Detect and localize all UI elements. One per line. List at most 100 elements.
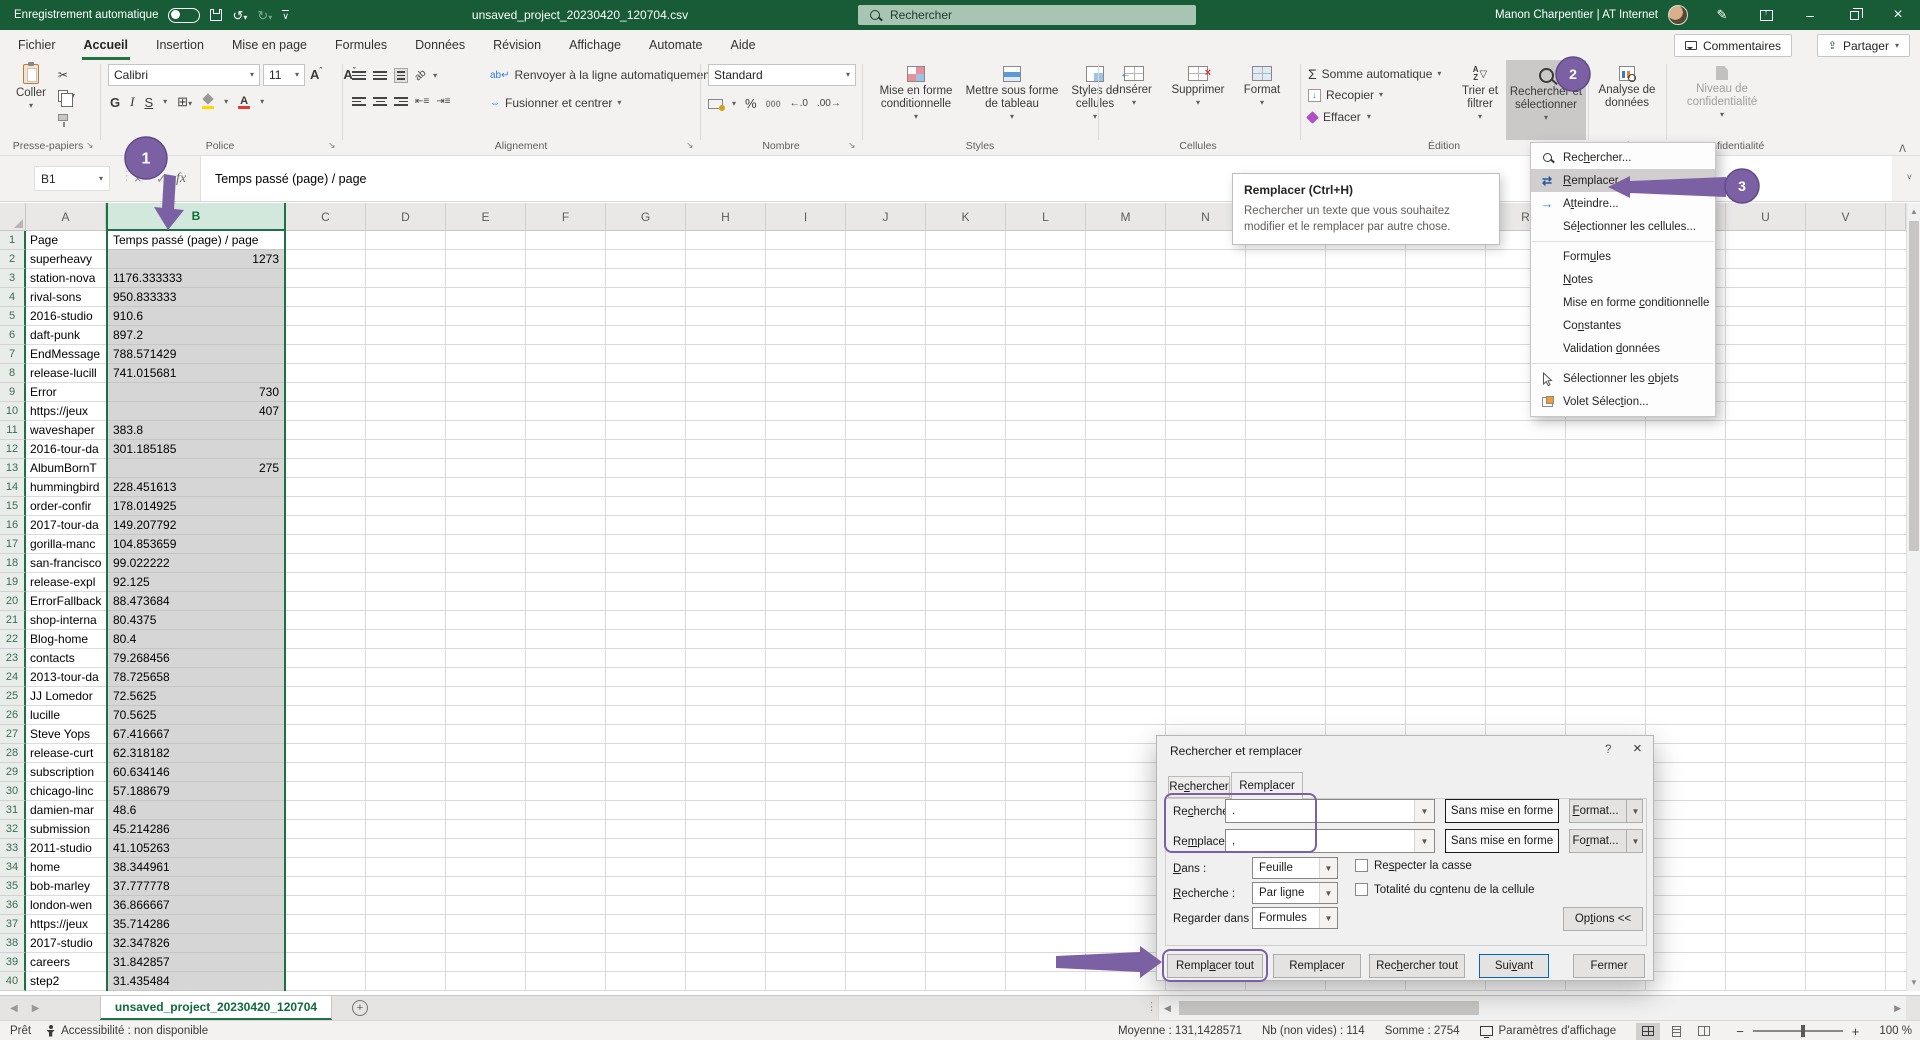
decrease-indent-icon[interactable]: ⇤≡	[415, 96, 429, 107]
cell-a34[interactable]: home	[26, 858, 106, 877]
cell-b40[interactable]: 31.435484	[108, 972, 284, 991]
cell-b17[interactable]: 104.853659	[108, 535, 284, 554]
cell-a22[interactable]: Blog-home	[26, 630, 106, 649]
column-header-f[interactable]: F	[526, 203, 606, 231]
restore-button[interactable]	[1832, 0, 1876, 30]
cell-a15[interactable]: order-confir	[26, 497, 106, 516]
look-in-select[interactable]: Formules▼	[1252, 907, 1338, 929]
row-header-4[interactable]: 4	[0, 288, 26, 307]
cell-b31[interactable]: 48.6	[108, 801, 284, 820]
clipboard-dialog-launcher[interactable]: ↘	[86, 140, 94, 150]
zoom-out-button[interactable]: −	[1736, 1024, 1744, 1039]
cell-a11[interactable]: waveshaper	[26, 421, 106, 440]
row-header-38[interactable]: 38	[0, 934, 26, 953]
align-middle-icon[interactable]	[373, 71, 387, 80]
cell-b21[interactable]: 80.4375	[108, 611, 284, 630]
menu-item-constantes[interactable]: Constantes	[1531, 314, 1715, 337]
row-header-24[interactable]: 24	[0, 668, 26, 687]
collapse-ribbon-icon[interactable]: ᐱ	[1899, 144, 1906, 155]
replace-no-format-button[interactable]: Sans mise en forme	[1445, 829, 1559, 853]
column-header-d[interactable]: D	[366, 203, 446, 231]
cell-a38[interactable]: 2017-studio	[26, 934, 106, 953]
data-analysis-button[interactable]: Analyse de données	[1592, 66, 1662, 110]
cell-a30[interactable]: chicago-linc	[26, 782, 106, 801]
share-button[interactable]: ⇪ Partager ▾	[1817, 34, 1910, 57]
cell-b24[interactable]: 78.725658	[108, 668, 284, 687]
cell-b4[interactable]: 950.833333	[108, 288, 284, 307]
cell-a36[interactable]: london-wen	[26, 896, 106, 915]
copy-button[interactable]: ▾	[58, 90, 75, 102]
accounting-format-icon[interactable]	[708, 99, 723, 109]
row-header-30[interactable]: 30	[0, 782, 26, 801]
cell-b32[interactable]: 45.214286	[108, 820, 284, 839]
align-top-icon[interactable]	[352, 71, 366, 80]
row-header-14[interactable]: 14	[0, 478, 26, 497]
cell-b39[interactable]: 31.842857	[108, 953, 284, 972]
cell-b26[interactable]: 70.5625	[108, 706, 284, 725]
display-settings-button[interactable]: Paramètres d'affichage	[1480, 1025, 1617, 1037]
cell-b7[interactable]: 788.571429	[108, 345, 284, 364]
row-header-20[interactable]: 20	[0, 592, 26, 611]
cell-b38[interactable]: 32.347826	[108, 934, 284, 953]
cell-b5[interactable]: 910.6	[108, 307, 284, 326]
cell-a32[interactable]: submission	[26, 820, 106, 839]
ribbon-tab-accueil[interactable]: Accueil	[70, 30, 142, 60]
find-no-format-button[interactable]: Sans mise en forme	[1445, 799, 1559, 823]
row-header-9[interactable]: 9	[0, 383, 26, 402]
row-header-2[interactable]: 2	[0, 250, 26, 269]
format-painter-button[interactable]	[58, 114, 68, 121]
column-b-cells[interactable]: Temps passé (page) / page12731176.333333…	[106, 231, 286, 991]
dialog-help-button[interactable]: ?	[1605, 744, 1611, 756]
row-header-36[interactable]: 36	[0, 896, 26, 915]
cell-a12[interactable]: 2016-tour-da	[26, 440, 106, 459]
zoom-slider-thumb[interactable]	[1801, 1025, 1805, 1037]
horizontal-scroll-thumb[interactable]	[1179, 1001, 1479, 1015]
row-header-8[interactable]: 8	[0, 364, 26, 383]
find-history-icon[interactable]: ▼	[1414, 800, 1434, 822]
row-header-6[interactable]: 6	[0, 326, 26, 345]
cell-b27[interactable]: 67.416667	[108, 725, 284, 744]
cut-button[interactable]: ✂	[58, 68, 68, 82]
row-header-37[interactable]: 37	[0, 915, 26, 934]
font-color-button[interactable]: A	[238, 95, 250, 109]
cell-b20[interactable]: 88.473684	[108, 592, 284, 611]
page-break-view-button[interactable]	[1692, 1023, 1716, 1040]
cell-a7[interactable]: EndMessage	[26, 345, 106, 364]
row-header-26[interactable]: 26	[0, 706, 26, 725]
row-header-15[interactable]: 15	[0, 497, 26, 516]
menu-item-volet-s-lection[interactable]: Volet Sélection...	[1531, 390, 1715, 413]
cell-b33[interactable]: 41.105263	[108, 839, 284, 858]
row-header-5[interactable]: 5	[0, 307, 26, 326]
cell-b22[interactable]: 80.4	[108, 630, 284, 649]
font-name-select[interactable]: Calibri▾	[108, 64, 260, 86]
cell-b35[interactable]: 37.777778	[108, 877, 284, 896]
row-header-12[interactable]: 12	[0, 440, 26, 459]
sheet-tab-active[interactable]: unsaved_project_20230420_120704	[100, 996, 332, 1020]
column-header-m[interactable]: M	[1086, 203, 1166, 231]
cell-a2[interactable]: superheavy	[26, 250, 106, 269]
cell-b15[interactable]: 178.014925	[108, 497, 284, 516]
grow-font-button[interactable]: Aˆ	[310, 67, 322, 82]
zoom-slider[interactable]	[1753, 1030, 1843, 1032]
search-box[interactable]: Rechercher	[858, 5, 1196, 25]
row-header-27[interactable]: 27	[0, 725, 26, 744]
insert-cells-button[interactable]: ← Insérer▾	[1106, 66, 1162, 106]
match-case-checkbox[interactable]	[1355, 859, 1368, 872]
menu-item-mise-en-forme-conditionnelle[interactable]: Mise en forme conditionnelle	[1531, 291, 1715, 314]
number-format-select[interactable]: Standard▾	[708, 64, 856, 86]
orientation-button[interactable]: ab	[413, 68, 429, 84]
cell-b13[interactable]: 275	[108, 459, 284, 478]
cell-b29[interactable]: 60.634146	[108, 763, 284, 782]
decrease-decimal-icon[interactable]: .00→	[817, 98, 841, 109]
row-header-34[interactable]: 34	[0, 858, 26, 877]
align-right-icon[interactable]	[394, 97, 408, 106]
new-sheet-button[interactable]: +	[352, 1000, 368, 1016]
column-header-i[interactable]: I	[766, 203, 846, 231]
cell-a21[interactable]: shop-interna	[26, 611, 106, 630]
cell-a8[interactable]: release-lucill	[26, 364, 106, 383]
cell-b3[interactable]: 1176.333333	[108, 269, 284, 288]
cell-a10[interactable]: https://jeux	[26, 402, 106, 421]
scroll-right-icon[interactable]: ▶	[1894, 1003, 1901, 1014]
cell-b34[interactable]: 38.344961	[108, 858, 284, 877]
cell-a13[interactable]: AlbumBornT	[26, 459, 106, 478]
